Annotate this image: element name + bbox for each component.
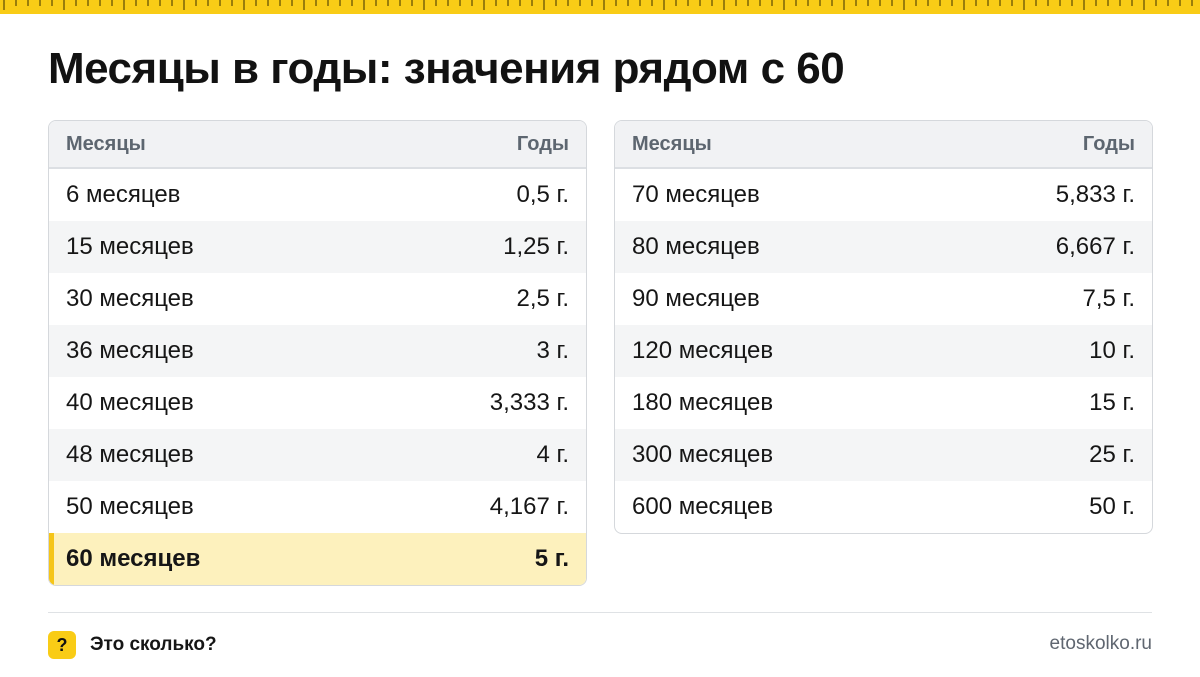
header-months: Месяцы (66, 132, 146, 155)
years-cell: 7,5 г. (1082, 285, 1135, 312)
table-row: 50 месяцев 4,167 г. (49, 481, 586, 533)
months-cell: 180 месяцев (632, 389, 774, 416)
years-cell: 4 г. (536, 441, 569, 468)
table-row: 30 месяцев 2,5 г. (49, 273, 586, 325)
header-years: Годы (516, 132, 569, 155)
header-months: Месяцы (632, 132, 712, 155)
years-cell: 6,667 г. (1055, 233, 1135, 260)
header-years: Годы (1082, 132, 1135, 155)
table-row: 600 месяцев 50 г. (615, 481, 1152, 533)
table-row: 36 месяцев 3 г. (49, 325, 586, 377)
conversion-table-left: Месяцы Годы 6 месяцев 0,5 г. 15 месяцев 1,… (48, 120, 587, 586)
footer-brand: ? Это сколько? (48, 631, 217, 659)
years-cell: 2,5 г. (516, 285, 569, 312)
ruler-strip (0, 0, 1200, 14)
years-cell: 15 г. (1089, 389, 1135, 416)
site-url: etoskolko.ru (1049, 633, 1152, 654)
table-row: 40 месяцев 3,333 г. (49, 377, 586, 429)
months-cell: 600 месяцев (632, 493, 774, 520)
years-cell: 3 г. (536, 337, 569, 364)
page-title: Месяцы в годы: значения рядом с 60 (48, 44, 845, 93)
months-cell: 80 месяцев (632, 233, 760, 260)
table-row: 90 месяцев 7,5 г. (615, 273, 1152, 325)
years-cell: 50 г. (1089, 493, 1135, 520)
table-row: 80 месяцев 6,667 г. (615, 221, 1152, 273)
years-cell: 3,333 г. (489, 389, 569, 416)
years-cell: 5 г. (534, 545, 569, 572)
table-row: 15 месяцев 1,25 г. (49, 221, 586, 273)
months-cell: 70 месяцев (632, 181, 760, 208)
table-header: Месяцы Годы (615, 121, 1152, 169)
months-cell: 36 месяцев (66, 337, 194, 364)
ruler-ticks (3, 0, 1193, 10)
years-cell: 25 г. (1089, 441, 1135, 468)
years-cell: 5,833 г. (1055, 181, 1135, 208)
months-cell: 40 месяцев (66, 389, 194, 416)
months-cell: 90 месяцев (632, 285, 760, 312)
months-cell: 48 месяцев (66, 441, 194, 468)
highlighted-row: 60 месяцев 5 г. (49, 533, 586, 585)
years-cell: 10 г. (1089, 337, 1135, 364)
months-cell: 30 месяцев (66, 285, 194, 312)
table-row: 180 месяцев 15 г. (615, 377, 1152, 429)
question-mark-icon: ? (48, 631, 76, 659)
months-cell: 6 месяцев (66, 181, 181, 208)
table-row: 300 месяцев 25 г. (615, 429, 1152, 481)
table-header: Месяцы Годы (49, 121, 586, 169)
conversion-table-right: Месяцы Годы 70 месяцев 5,833 г. 80 месяце… (614, 120, 1153, 534)
months-cell: 50 месяцев (66, 493, 194, 520)
table-row: 48 месяцев 4 г. (49, 429, 586, 481)
brand-name: Это сколько? (90, 634, 217, 655)
months-cell: 60 месяцев (66, 545, 201, 572)
years-cell: 1,25 г. (503, 233, 569, 260)
footer-divider (48, 612, 1152, 613)
months-cell: 120 месяцев (632, 337, 774, 364)
years-cell: 4,167 г. (489, 493, 569, 520)
months-cell: 15 месяцев (66, 233, 194, 260)
years-cell: 0,5 г. (516, 181, 569, 208)
table-row: 70 месяцев 5,833 г. (615, 169, 1152, 221)
table-row: 120 месяцев 10 г. (615, 325, 1152, 377)
table-row: 6 месяцев 0,5 г. (49, 169, 586, 221)
months-cell: 300 месяцев (632, 441, 774, 468)
